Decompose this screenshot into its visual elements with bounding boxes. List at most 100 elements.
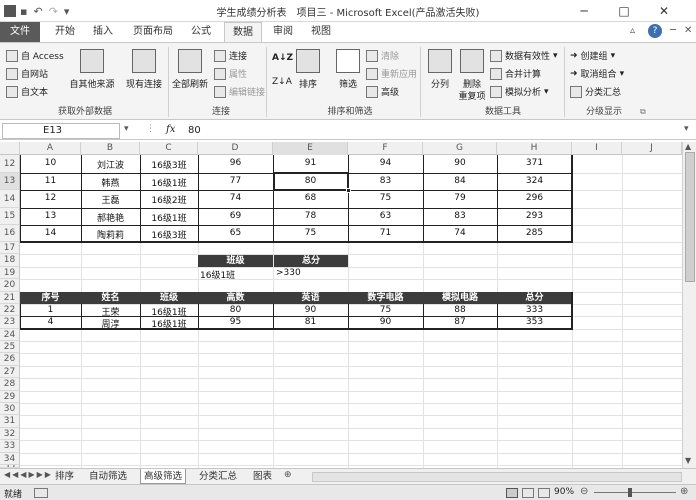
criteria-header[interactable]: 班级 — [198, 255, 273, 267]
clear-filter-button[interactable]: 清除 — [366, 49, 399, 62]
existing-connections-button[interactable]: 现有连接 — [120, 77, 168, 90]
table-cell[interactable]: 293 — [497, 211, 572, 221]
page-layout-view-icon[interactable] — [522, 488, 534, 498]
page-break-view-icon[interactable] — [538, 488, 550, 498]
table-cell[interactable]: 285 — [497, 228, 572, 238]
row-header[interactable]: 18 — [0, 254, 20, 267]
table-cell[interactable]: 16级1班 — [140, 176, 198, 189]
table-cell[interactable]: 90 — [423, 158, 497, 168]
macro-record-icon[interactable] — [34, 488, 48, 498]
table-cell[interactable]: 14 — [20, 228, 81, 238]
table-cell[interactable]: 63 — [348, 211, 423, 221]
table-cell[interactable]: 74 — [198, 193, 273, 203]
tab-formulas[interactable]: 公式 — [186, 22, 216, 42]
table-cell[interactable]: 96 — [198, 158, 273, 168]
table-cell[interactable]: 77 — [198, 176, 273, 186]
row-header[interactable]: 33 — [0, 440, 20, 453]
filter-button[interactable]: 筛选 — [330, 77, 366, 90]
result-header[interactable]: 班级 — [140, 292, 198, 304]
name-box-dropdown-icon[interactable]: ▾ — [124, 124, 129, 134]
help-icon[interactable]: ? — [648, 24, 662, 38]
row-header[interactable]: 12 — [0, 155, 20, 173]
tab-review[interactable]: 审阅 — [268, 22, 298, 42]
tab-view[interactable]: 视图 — [306, 22, 336, 42]
result-cell[interactable]: 90 — [273, 305, 348, 315]
restore-button[interactable]: □ — [608, 0, 640, 22]
expand-formula-bar-icon[interactable]: ▾ — [684, 124, 689, 134]
zoom-level[interactable]: 90% — [554, 487, 574, 497]
new-sheet-icon[interactable]: ⊕ — [284, 470, 292, 480]
from-text-button[interactable]: 自文本 — [6, 85, 48, 98]
other-sources-button[interactable]: 自其他来源 — [64, 77, 120, 90]
sort-descending-icon[interactable]: Z↓A — [272, 77, 292, 87]
horizontal-scrollbar[interactable] — [312, 472, 682, 482]
consolidate-button[interactable]: 合并计算 — [490, 67, 541, 80]
connections-button[interactable]: 连接 — [214, 49, 247, 62]
tab-insert[interactable]: 插入 — [88, 22, 118, 42]
result-header[interactable]: 序号 — [20, 292, 81, 304]
result-cell[interactable]: 周淳 — [81, 317, 140, 330]
row-header[interactable]: 22 — [0, 304, 20, 316]
table-cell[interactable]: 16级2班 — [140, 193, 198, 206]
filter-funnel-icon[interactable] — [336, 49, 360, 73]
vertical-scrollbar[interactable]: ▲ ▼ — [682, 142, 696, 468]
result-cell[interactable]: 80 — [198, 305, 273, 315]
table-cell[interactable]: 68 — [273, 193, 348, 203]
table-cell[interactable]: 83 — [348, 176, 423, 186]
row-header[interactable]: 13 — [0, 173, 20, 190]
what-if-button[interactable]: 模拟分析 ▾ — [490, 85, 549, 98]
column-header-h[interactable]: H — [497, 142, 572, 155]
table-cell[interactable]: 78 — [273, 211, 348, 221]
table-cell[interactable]: 84 — [423, 176, 497, 186]
result-cell[interactable]: 95 — [198, 317, 273, 327]
sort-button[interactable]: 排序 — [290, 77, 326, 90]
column-header-b[interactable]: B — [81, 142, 140, 155]
row-header[interactable]: 29 — [0, 391, 20, 403]
column-header-a[interactable]: A — [20, 142, 81, 155]
table-cell[interactable]: 83 — [423, 211, 497, 221]
minimize-button[interactable]: ─ — [568, 0, 600, 22]
row-header[interactable]: 25 — [0, 341, 20, 353]
text-to-columns-icon[interactable] — [428, 49, 452, 73]
group-button[interactable]: ➜ 创建组 ▾ — [570, 49, 615, 63]
text-to-columns-button[interactable]: 分列 — [422, 77, 458, 90]
from-access-button[interactable]: 自 Access — [6, 49, 64, 62]
result-cell[interactable]: 88 — [423, 305, 497, 315]
refresh-all-button[interactable]: 全部刷新 — [168, 77, 212, 90]
result-header[interactable]: 数字电路 — [348, 292, 423, 304]
criteria-header[interactable]: 总分 — [274, 255, 348, 267]
subtotal-button[interactable]: 分类汇总 — [570, 85, 621, 98]
table-cell[interactable]: 16级3班 — [140, 158, 198, 171]
result-cell[interactable]: 16级1班 — [140, 317, 198, 330]
result-cell[interactable]: 353 — [497, 317, 572, 327]
sort-ascending-button[interactable]: A↓Z — [272, 53, 293, 63]
tab-page-layout[interactable]: 页面布局 — [128, 22, 178, 42]
table-cell[interactable]: 371 — [497, 158, 572, 168]
zoom-in-icon[interactable]: ⊕ — [680, 486, 688, 497]
table-cell[interactable]: 王磊 — [81, 193, 140, 206]
scroll-down-icon[interactable]: ▼ — [685, 456, 691, 465]
column-header-g[interactable]: G — [423, 142, 497, 155]
edit-links-button[interactable]: 编辑链接 — [214, 85, 265, 98]
column-header-c[interactable]: C — [140, 142, 198, 155]
row-header[interactable]: 16 — [0, 225, 20, 242]
result-header[interactable]: 英语 — [273, 292, 348, 304]
zoom-out-icon[interactable]: ⊖ — [580, 486, 588, 497]
table-cell[interactable]: 16级3班 — [140, 228, 198, 241]
close-button[interactable]: ✕ — [648, 0, 680, 22]
scrollbar-thumb[interactable] — [685, 152, 695, 282]
table-cell[interactable]: 91 — [273, 158, 348, 168]
table-cell[interactable]: 陶莉莉 — [81, 228, 140, 241]
sheet-tab-autofilter[interactable]: 自动筛选 — [86, 469, 130, 484]
table-cell[interactable]: 刘江波 — [81, 158, 140, 171]
window-minimize-icon[interactable]: ─ — [670, 25, 676, 36]
column-header-d[interactable]: D — [198, 142, 273, 155]
ungroup-button[interactable]: ➜ 取消组合 ▾ — [570, 67, 624, 81]
sheet-navigation-icon[interactable]: ◀◀◀▶▶▶ — [4, 470, 53, 479]
refresh-all-icon[interactable] — [178, 49, 202, 73]
row-header[interactable]: 15 — [0, 208, 20, 225]
table-cell[interactable]: 郝艳艳 — [81, 211, 140, 224]
row-header[interactable]: 17 — [0, 242, 20, 254]
existing-connections-icon[interactable] — [132, 49, 156, 73]
column-header-j[interactable]: J — [622, 142, 682, 155]
